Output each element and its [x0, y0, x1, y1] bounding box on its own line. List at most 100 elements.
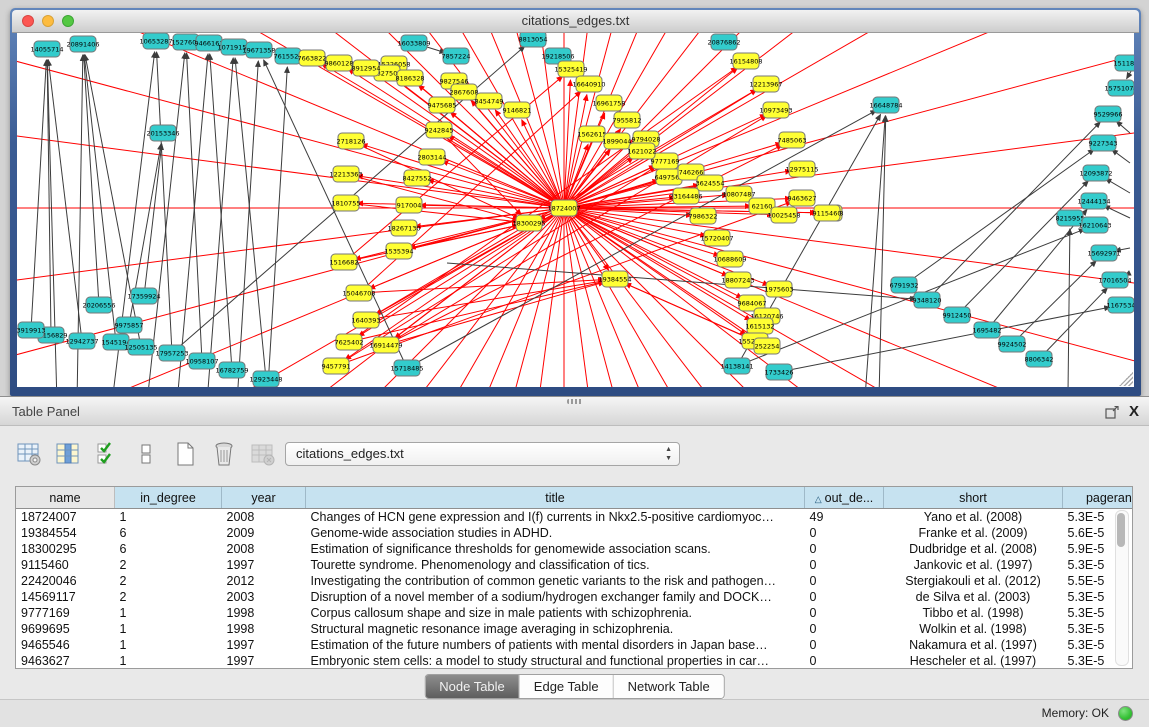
network-node[interactable]: 1640393 — [352, 312, 381, 328]
network-node[interactable]: 8813054 — [519, 33, 548, 47]
column-header-pagerank[interactable]: pagerank — [1063, 487, 1134, 509]
panel-drag-handle[interactable] — [567, 399, 583, 404]
network-node[interactable]: 23164486 — [669, 188, 702, 204]
table-row[interactable]: 946554611997Estimation of the future num… — [16, 637, 1133, 653]
network-node[interactable]: 18267130 — [387, 220, 420, 236]
new-column-icon[interactable] — [170, 438, 200, 470]
table-row[interactable]: 1830029562008Estimation of significance … — [16, 541, 1133, 557]
table-settings-icon[interactable] — [14, 438, 44, 470]
column-header-name[interactable]: name — [16, 487, 115, 509]
network-node[interactable]: 1733426 — [765, 364, 794, 380]
network-node[interactable]: 12213967 — [749, 76, 782, 92]
network-node[interactable]: 8454749 — [475, 93, 504, 109]
network-node[interactable]: 9115460 — [813, 205, 842, 221]
network-node[interactable]: 19384554 — [598, 271, 631, 287]
network-node[interactable]: 18807243 — [721, 272, 754, 288]
network-node[interactable]: 20153346 — [146, 125, 179, 141]
network-node[interactable]: 252254 — [754, 338, 780, 354]
tab-node-table[interactable]: Node Table — [425, 675, 520, 698]
tab-edge-table[interactable]: Edge Table — [520, 675, 614, 698]
network-node[interactable]: 17359924 — [127, 288, 160, 304]
network-node[interactable]: 7986322 — [689, 208, 718, 224]
window-resize-grip[interactable] — [1119, 372, 1133, 386]
network-node[interactable]: 2718126 — [337, 133, 366, 149]
network-node[interactable]: 15718485 — [390, 360, 423, 376]
network-node[interactable]: 16033809 — [397, 35, 430, 51]
network-node[interactable]: 19671358 — [242, 42, 275, 58]
tab-network-table[interactable]: Network Table — [614, 675, 724, 698]
network-node[interactable]: 8912954 — [352, 60, 381, 76]
network-node[interactable]: 15720407 — [700, 230, 733, 246]
table-row[interactable]: 2242004622012Investigating the contribut… — [16, 573, 1133, 589]
network-node[interactable]: 16648784 — [869, 97, 902, 113]
network-node[interactable]: 1167534 — [1107, 297, 1134, 313]
network-node[interactable]: 12093872 — [1079, 165, 1112, 181]
table-scrollbar-thumb[interactable] — [1117, 513, 1125, 547]
network-canvas[interactable]: 1405571420891406106532871527602946616110… — [17, 33, 1134, 387]
network-node[interactable]: 1810755 — [332, 195, 361, 211]
network-node[interactable]: 7955812 — [613, 112, 642, 128]
network-node[interactable]: 10653287 — [139, 33, 172, 49]
network-node[interactable]: 12923448 — [249, 371, 282, 387]
network-node[interactable]: 16782759 — [215, 362, 248, 378]
network-node[interactable]: 10973493 — [759, 102, 792, 118]
network-node[interactable]: 2803144 — [418, 149, 447, 165]
network-node[interactable]: 9146821 — [503, 102, 532, 118]
network-node[interactable]: 9529966 — [1094, 106, 1123, 122]
network-node[interactable]: 1511874 — [1114, 55, 1134, 71]
network-node[interactable]: 1695482 — [973, 322, 1002, 338]
network-node[interactable]: 15692971 — [1087, 245, 1120, 261]
network-node[interactable]: 20206556 — [82, 297, 115, 313]
network-node[interactable]: 1975603 — [765, 281, 794, 297]
network-node[interactable]: 8427552 — [403, 170, 432, 186]
network-node[interactable]: 18300295 — [512, 215, 545, 231]
network-node[interactable]: 16154808 — [729, 53, 762, 69]
column-selector-icon[interactable] — [53, 438, 83, 470]
delete-table-icon[interactable] — [248, 438, 278, 470]
network-node[interactable]: 9860128 — [325, 55, 354, 71]
network-node[interactable]: 9227343 — [1089, 135, 1118, 151]
network-window-titlebar[interactable]: citations_edges.txt — [12, 10, 1139, 33]
column-header-in_degree[interactable]: in_degree — [115, 487, 222, 509]
network-node[interactable]: 16640910 — [572, 76, 605, 92]
network-node[interactable]: 20876862 — [707, 34, 740, 50]
network-node[interactable]: 14055714 — [30, 41, 63, 57]
table-row[interactable]: 969969511998Structural magnetic resonanc… — [16, 621, 1133, 637]
network-node[interactable]: 1535394 — [385, 243, 414, 259]
column-header-out_de[interactable]: △out_de... — [805, 487, 884, 509]
network-node[interactable]: 9924502 — [998, 336, 1027, 352]
network-node[interactable]: 10025458 — [767, 207, 800, 223]
network-node[interactable]: 16961758 — [592, 95, 625, 111]
network-node[interactable]: 9912450 — [943, 307, 972, 323]
network-node[interactable]: 8186328 — [396, 70, 425, 86]
network-node[interactable]: 12213363 — [329, 166, 362, 182]
column-header-title[interactable]: title — [306, 487, 805, 509]
table-row[interactable]: 977716911998Corpus callosum shape and si… — [16, 605, 1133, 621]
network-node[interactable]: 16914479 — [369, 337, 402, 353]
network-node[interactable]: 9457791 — [322, 358, 351, 374]
network-node[interactable]: 20891406 — [66, 36, 99, 52]
network-node[interactable]: 7625402 — [335, 334, 364, 350]
table-row[interactable]: 946362711997Embryonic stem cells: a mode… — [16, 653, 1133, 669]
network-node[interactable]: 3624554 — [696, 175, 725, 191]
table-scrollbar[interactable] — [1115, 510, 1129, 666]
network-node[interactable]: 12975115 — [785, 161, 818, 177]
network-node[interactable]: 917004 — [396, 197, 422, 213]
network-node[interactable]: 16210643 — [1078, 217, 1111, 233]
column-header-short[interactable]: short — [884, 487, 1063, 509]
table-row[interactable]: 911546021997Tourette syndrome. Phenomeno… — [16, 557, 1133, 573]
network-node[interactable]: 10958107 — [185, 353, 218, 369]
network-node[interactable]: 7485063 — [778, 132, 807, 148]
network-node[interactable]: 15046708 — [342, 285, 375, 301]
network-node[interactable]: 3919913 — [17, 322, 45, 338]
network-node[interactable]: 9348120 — [913, 292, 942, 308]
network-node[interactable]: 12505135 — [124, 339, 157, 355]
delete-column-icon[interactable] — [209, 438, 239, 470]
network-node[interactable]: 17016504 — [1098, 272, 1131, 288]
network-node[interactable]: 15751074 — [1104, 80, 1134, 96]
network-node[interactable]: 7857224 — [442, 48, 471, 64]
table-row[interactable]: 1872400712008Changes of HCN gene express… — [16, 509, 1133, 526]
network-node[interactable]: 15325419 — [554, 61, 587, 77]
float-window-icon[interactable] — [1105, 406, 1119, 419]
close-panel-icon[interactable]: X — [1129, 397, 1139, 427]
